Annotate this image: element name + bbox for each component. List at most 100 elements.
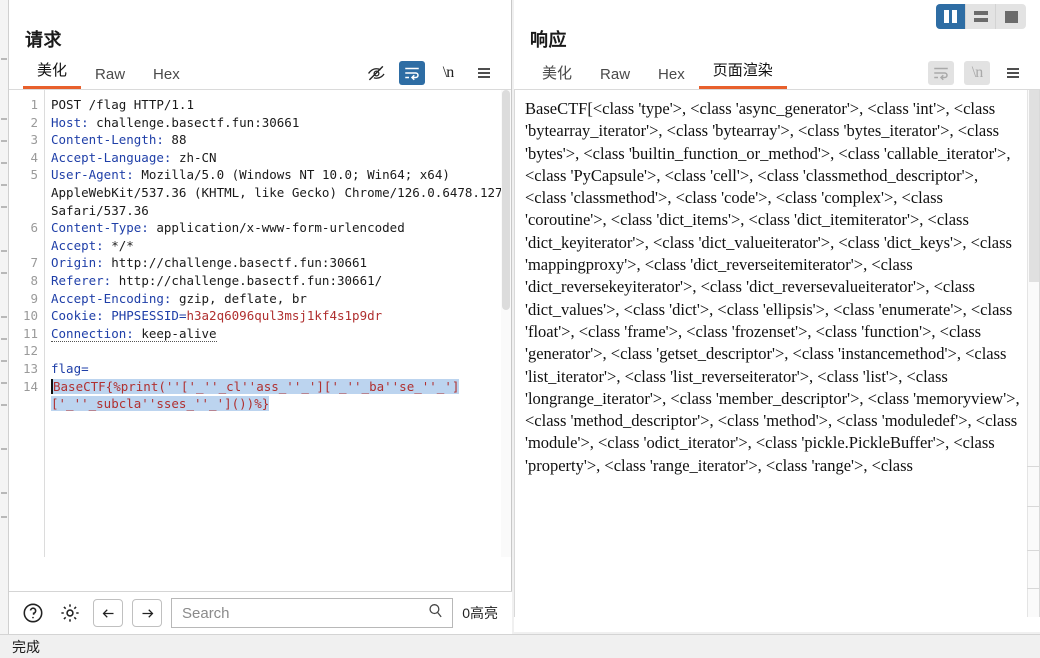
request-title: 请求 <box>25 30 62 50</box>
single-pane-icon <box>1004 10 1018 23</box>
line-number: 13 <box>22 360 38 376</box>
line-number: 5 <box>30 167 38 183</box>
header-value: http://challenge.basectf.fun:30661/ <box>111 272 383 288</box>
line-number: 14 <box>22 378 38 394</box>
eye-off-icon[interactable] <box>363 61 389 85</box>
request-code[interactable]: POST /flag HTTP/1.1 Host: challenge.basec… <box>45 90 511 557</box>
line-number: 9 <box>30 290 38 306</box>
line-number: 10 <box>22 308 38 324</box>
left-collapsed-strip[interactable] <box>0 0 9 634</box>
status-bar: 完成 <box>0 634 1040 658</box>
menu-icon[interactable] <box>471 61 497 85</box>
cookie-key: Cookie: <box>51 308 104 324</box>
request-line-1: POST /flag HTTP/1.1 <box>51 97 194 112</box>
body-param-key: flag= <box>51 360 89 376</box>
request-scrollbar-thumb[interactable] <box>502 90 510 310</box>
line-number: 2 <box>30 114 38 130</box>
highlight-count: 0高亮 <box>462 605 498 621</box>
request-toolbar: \n <box>363 61 511 89</box>
code-line: Accept-Language: zh-CN <box>51 149 505 167</box>
code-line: flag= <box>51 360 505 378</box>
header-key: Referer: <box>51 272 112 288</box>
split-horizontal-icon <box>973 11 988 22</box>
rendered-response-body: BaseCTF[<class 'type'>, <class 'async_ge… <box>525 99 1020 475</box>
search-field[interactable] <box>171 598 454 628</box>
code-line: Content-Type: application/x-www-form-url… <box>51 219 505 237</box>
line-number: 4 <box>30 149 38 165</box>
header-key: User-Agent: <box>51 167 134 183</box>
search-input[interactable] <box>180 603 428 623</box>
response-render-area[interactable]: BaseCTF[<class 'type'>, <class 'async_ge… <box>514 90 1040 617</box>
response-tab-render[interactable]: 页面渲染 <box>698 59 787 89</box>
header-value: application/x-www-form-urlencoded <box>148 220 405 236</box>
body-payload-highlight[interactable]: BaseCTF{%print(''['_''_cl''ass_''_']['_'… <box>51 378 460 412</box>
header-value: zh-CN <box>171 149 217 165</box>
layout-button-group <box>936 4 1026 29</box>
request-search-toolbar: 0高亮 <box>9 591 512 634</box>
request-tab-raw[interactable]: Raw <box>81 66 139 89</box>
code-line: Cookie: PHPSESSID=h3a2q6096qul3msj1kf4s1… <box>51 307 505 325</box>
response-scrollbar-thumb[interactable] <box>1029 90 1039 282</box>
header-value: */* <box>103 237 134 253</box>
code-line: Accept-Encoding: gzip, deflate, br <box>51 290 505 308</box>
newline-icon[interactable]: \n <box>964 61 990 85</box>
layout-split-vertical-button[interactable] <box>936 4 966 29</box>
cookie-name: PHPSESSID= <box>103 308 187 324</box>
search-icon[interactable] <box>427 602 444 624</box>
line-number-gutter: 1 2 3 4 5 6 7 8 9 10 11 12 13 14 <box>9 90 45 557</box>
request-scrollbar[interactable] <box>501 90 511 557</box>
request-tab-hex[interactable]: Hex <box>139 66 194 89</box>
header-key: Host: <box>51 114 89 130</box>
word-wrap-icon[interactable] <box>928 61 954 85</box>
line-number: 3 <box>30 132 38 148</box>
response-scroll-rowmarks <box>1027 417 1039 617</box>
code-line: Content-Length: 88 <box>51 131 505 149</box>
header-key: Accept-Language: <box>51 149 172 165</box>
code-line: Accept: */* <box>51 237 505 255</box>
settings-gear-icon[interactable] <box>56 599 84 627</box>
code-line: BaseCTF{%print(''['_''_cl''ass_''_']['_'… <box>51 378 505 413</box>
line-number: 1 <box>30 97 38 112</box>
line-number: 7 <box>30 255 38 271</box>
word-wrap-icon[interactable] <box>399 61 425 85</box>
request-tabbar: 美化 Raw Hex \n <box>9 58 511 90</box>
response-tabbar: 美化 Raw Hex 页面渲染 \n <box>514 58 1040 90</box>
request-editor[interactable]: 1 2 3 4 5 6 7 8 9 10 11 12 13 14 POST /f… <box>9 90 511 557</box>
status-text: 完成 <box>12 638 40 655</box>
code-line: POST /flag HTTP/1.1 <box>51 96 505 114</box>
header-value: 88 <box>163 132 187 148</box>
help-icon[interactable] <box>19 599 47 627</box>
header-key: Content-Type: <box>51 220 149 236</box>
header-key: Content-Length: <box>51 132 164 148</box>
response-tab-hex[interactable]: Hex <box>644 66 699 89</box>
line-number: 8 <box>30 272 38 288</box>
line-number: 11 <box>22 325 38 341</box>
header-key: Connection: <box>51 325 134 341</box>
header-value: challenge.basectf.fun:30661 <box>88 114 300 130</box>
response-tab-raw[interactable]: Raw <box>586 66 644 89</box>
menu-icon[interactable] <box>1000 61 1026 85</box>
header-value: gzip, deflate, br <box>171 290 307 306</box>
code-line: Host: challenge.basectf.fun:30661 <box>51 114 505 132</box>
newline-icon[interactable]: \n <box>435 61 461 85</box>
request-tab-beautify[interactable]: 美化 <box>23 59 82 89</box>
arrow-left-icon[interactable] <box>93 599 123 627</box>
code-line: Connection: keep-alive <box>51 325 505 343</box>
code-line: Origin: http://challenge.basectf.fun:306… <box>51 254 505 272</box>
code-line: Referer: http://challenge.basectf.fun:30… <box>51 272 505 290</box>
response-tab-beautify[interactable]: 美化 <box>528 62 586 89</box>
header-key: Accept: <box>51 237 104 253</box>
response-pane: 响应 美化 Raw Hex 页面渲染 \n BaseCTF[<class 'ty… <box>514 0 1040 634</box>
response-toolbar: \n <box>928 61 1040 89</box>
header-key: Accept-Encoding: <box>51 290 172 306</box>
layout-split-horizontal-button[interactable] <box>966 4 996 29</box>
split-vertical-icon <box>944 10 957 23</box>
request-pane: 请求 美化 Raw Hex \n 1 2 3 4 5 6 7 8 9 10 11… <box>9 0 512 634</box>
arrow-right-icon[interactable] <box>132 599 162 627</box>
code-line: User-Agent: Mozilla/5.0 (Windows NT 10.0… <box>51 166 505 219</box>
line-number: 12 <box>22 343 38 359</box>
header-value: http://challenge.basectf.fun:30661 <box>103 255 368 271</box>
cookie-value: h3a2q6096qul3msj1kf4s1p9dr <box>186 308 383 324</box>
layout-single-pane-button[interactable] <box>996 4 1026 29</box>
